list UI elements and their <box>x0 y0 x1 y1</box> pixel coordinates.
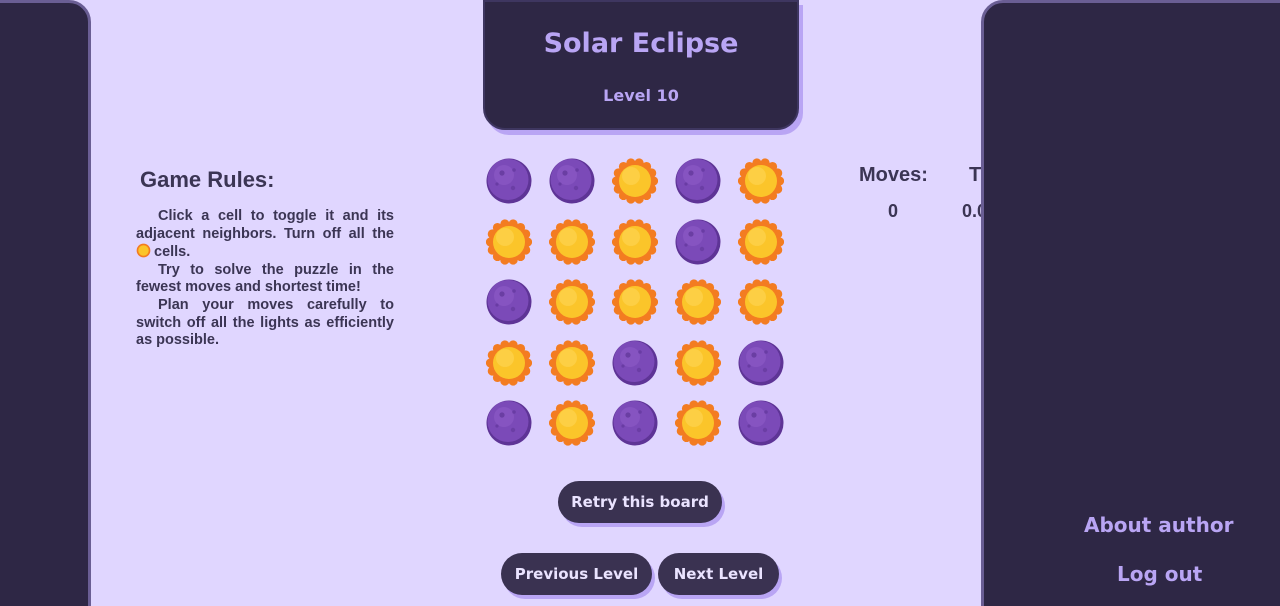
sun-icon <box>675 400 721 446</box>
sun-icon <box>612 279 658 325</box>
sun-icon <box>549 339 595 386</box>
moves-label: Moves: <box>859 164 928 186</box>
time-value: 0.0 <box>962 201 981 221</box>
board-cell[interactable] <box>486 279 532 325</box>
board-cell[interactable] <box>612 279 658 325</box>
rules-paragraph-1-end: cells. <box>154 244 191 261</box>
board-cell[interactable] <box>612 218 658 265</box>
board-cell[interactable] <box>738 158 784 204</box>
moon-icon <box>486 400 532 446</box>
board-cell[interactable] <box>612 340 658 386</box>
sun-icon <box>549 218 595 265</box>
moon-icon <box>738 400 784 446</box>
title-card: Solar Eclipse Level 10 <box>483 0 799 130</box>
board-cell[interactable] <box>486 158 532 204</box>
level-label: Level 10 <box>603 86 679 105</box>
board-cell[interactable] <box>612 158 658 204</box>
left-sidebar-panel <box>0 0 91 606</box>
logout-link[interactable]: Log out <box>1117 562 1202 586</box>
board-cell[interactable] <box>675 158 721 204</box>
board-cell[interactable] <box>486 339 532 386</box>
game-title: Solar Eclipse <box>543 28 739 59</box>
rules-paragraph-1: Click a cell to toggle it and its adjace… <box>136 208 394 262</box>
sun-icon <box>612 158 658 204</box>
game-board <box>486 158 786 448</box>
about-author-link[interactable]: About author <box>1084 513 1233 537</box>
moon-icon <box>549 158 595 204</box>
retry-board-button[interactable]: Retry this board <box>558 481 722 523</box>
board-cell[interactable] <box>549 158 595 204</box>
board-cell[interactable] <box>486 400 532 446</box>
moves-value: 0 <box>888 201 899 221</box>
sun-icon <box>675 279 721 325</box>
right-sidebar-panel: About author Log out <box>981 0 1280 606</box>
sun-icon <box>486 339 532 386</box>
board-cell[interactable] <box>549 218 595 265</box>
board-cell[interactable] <box>738 279 784 325</box>
rules-text: Click a cell to toggle it and its adjace… <box>136 208 394 350</box>
moon-icon <box>675 158 721 204</box>
sun-icon <box>675 339 721 386</box>
board-cell[interactable] <box>675 339 721 386</box>
sun-icon <box>738 279 784 325</box>
board-cell[interactable] <box>738 340 784 386</box>
sun-icon <box>136 243 151 258</box>
board-cell[interactable] <box>675 279 721 325</box>
sun-icon <box>612 218 658 265</box>
moon-icon <box>612 340 658 386</box>
board-cell[interactable] <box>549 400 595 446</box>
sun-icon <box>738 158 784 204</box>
next-level-button[interactable]: Next Level <box>658 553 779 595</box>
sun-icon <box>738 218 784 265</box>
moon-icon <box>486 158 532 204</box>
board-cell[interactable] <box>549 279 595 325</box>
sun-icon <box>549 400 595 446</box>
rules-paragraph-3: Plan your moves carefully to switch off … <box>136 296 394 349</box>
time-label: Time: <box>969 164 981 186</box>
board-cell[interactable] <box>675 219 721 265</box>
moon-icon <box>612 400 658 446</box>
rules-paragraph-1-text: Click a cell to toggle it and its adjace… <box>136 208 394 242</box>
board-cell[interactable] <box>612 400 658 446</box>
previous-level-button[interactable]: Previous Level <box>501 553 652 595</box>
board-cell[interactable] <box>738 218 784 265</box>
moon-icon <box>738 340 784 386</box>
sun-icon <box>549 279 595 325</box>
sun-icon <box>486 218 532 265</box>
moon-icon <box>675 219 721 265</box>
board-cell[interactable] <box>675 400 721 446</box>
board-cell[interactable] <box>549 339 595 386</box>
board-cell[interactable] <box>738 400 784 446</box>
moon-icon <box>486 279 532 325</box>
rules-heading: Game Rules: <box>140 167 275 192</box>
stats-panel: Moves: Time: 0 0.0 <box>850 163 981 243</box>
rules-paragraph-2: Try to solve the puzzle in the fewest mo… <box>136 261 394 296</box>
board-cell[interactable] <box>486 218 532 265</box>
